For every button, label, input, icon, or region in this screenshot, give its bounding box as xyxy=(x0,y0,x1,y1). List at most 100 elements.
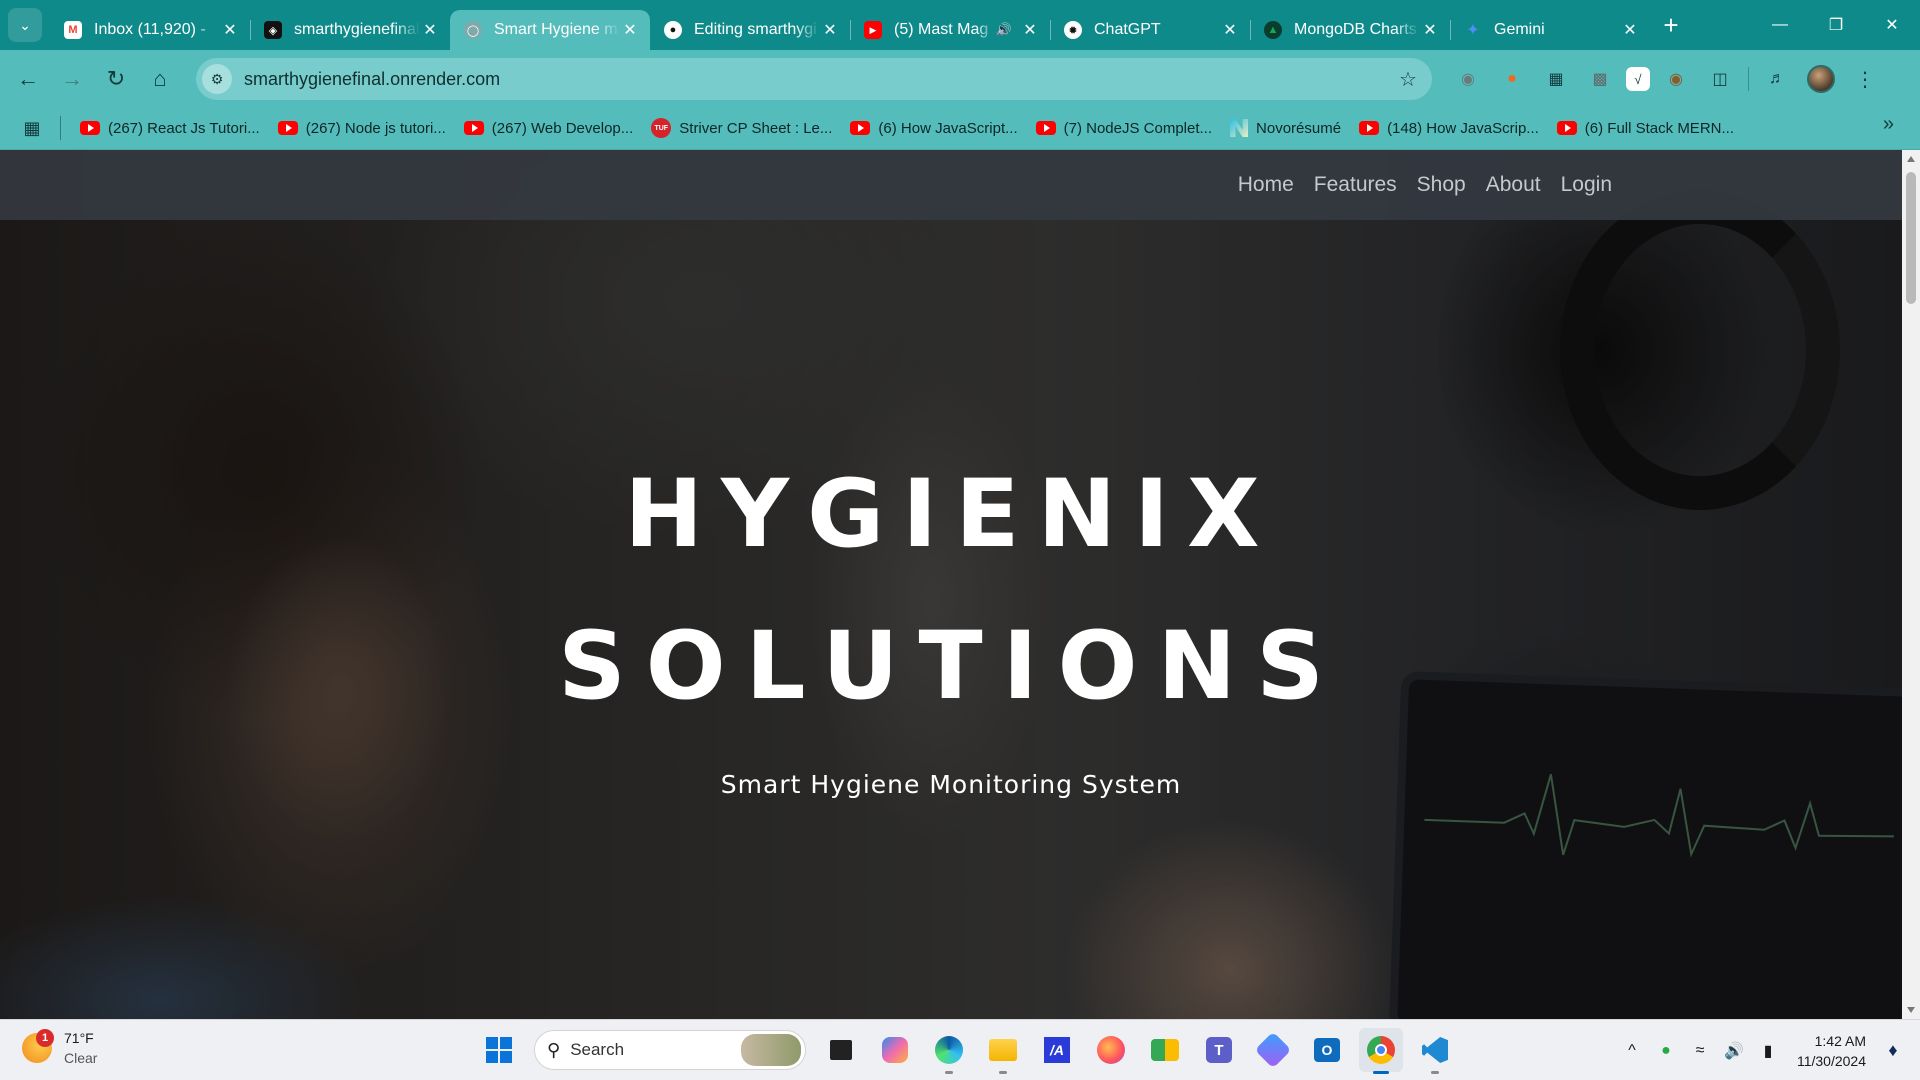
tab-smart-hygiene[interactable]: ◯ Smart Hygiene m ✕ xyxy=(450,10,650,50)
wifi-icon[interactable]: ≈ xyxy=(1685,1036,1715,1066)
more-bookmarks-icon[interactable]: » xyxy=(1883,113,1894,136)
apps-grid-icon[interactable]: ▦ xyxy=(10,112,54,144)
start-button[interactable] xyxy=(477,1028,521,1072)
volume-icon[interactable]: 🔊 xyxy=(1719,1036,1749,1066)
bookmark-item[interactable]: (267) Node js tutori... xyxy=(269,112,455,144)
weather-widget[interactable]: 1 71°F Clear xyxy=(22,1028,97,1068)
close-icon[interactable]: ✕ xyxy=(820,20,840,40)
reload-button[interactable]: ↻ xyxy=(96,59,136,99)
vscode-icon[interactable] xyxy=(1413,1028,1457,1074)
bookmark-label: (267) React Js Tutori... xyxy=(108,119,260,137)
extension-folder-icon[interactable]: ▩ xyxy=(1582,61,1618,97)
meet-icon[interactable] xyxy=(1143,1028,1187,1072)
page-scrollbar[interactable] xyxy=(1902,150,1920,1019)
file-explorer-icon[interactable] xyxy=(981,1028,1025,1074)
page-viewport: Home Features Shop About Login HYGIENIX … xyxy=(0,150,1902,1019)
close-icon[interactable]: ✕ xyxy=(1220,20,1240,40)
bookmark-item[interactable]: (6) How JavaScript... xyxy=(841,112,1026,144)
back-button[interactable]: ← xyxy=(8,59,48,99)
home-button[interactable]: ⌂ xyxy=(140,59,180,99)
photos-icon[interactable] xyxy=(1251,1028,1295,1072)
close-icon[interactable]: ✕ xyxy=(1020,20,1040,40)
media-control-icon[interactable]: ♬ xyxy=(1759,61,1795,97)
teams-icon[interactable]: T xyxy=(1197,1028,1241,1072)
notification-badge: 1 xyxy=(36,1029,54,1047)
bookmark-item[interactable]: (267) React Js Tutori... xyxy=(71,112,269,144)
extension-bug-icon[interactable]: ◉ xyxy=(1450,61,1486,97)
tab-title: Smart Hygiene m xyxy=(494,21,618,38)
mongodb-icon: ▲ xyxy=(1264,21,1282,39)
extensions-area: ◉ ● ▦ ▩ √ ◉ ◫ ♬ ⋮ xyxy=(1446,58,1887,100)
site-info-icon[interactable]: ⚙ xyxy=(202,64,232,94)
youtube-icon xyxy=(1556,121,1577,135)
battery-icon[interactable]: ▮ xyxy=(1753,1036,1783,1066)
close-window-button[interactable]: ✕ xyxy=(1864,0,1920,50)
search-highlight-image xyxy=(741,1034,801,1066)
firefox-icon[interactable] xyxy=(1089,1028,1133,1072)
bookmark-item[interactable]: (6) Full Stack MERN... xyxy=(1548,112,1743,144)
copilot-icon[interactable] xyxy=(873,1028,917,1072)
tab-github[interactable]: ● Editing smarthygi ✕ xyxy=(650,10,851,50)
visual-studio-icon[interactable]: /A xyxy=(1035,1028,1079,1072)
nav-about[interactable]: About xyxy=(1486,173,1541,197)
scroll-down-icon[interactable] xyxy=(1907,1007,1915,1013)
address-bar[interactable]: ⚙ smarthygienefinal.onrender.com ☆ xyxy=(196,58,1432,100)
taskbar-search[interactable]: ⚲ Search xyxy=(534,1030,806,1070)
bookmark-item[interactable]: Novorésumé xyxy=(1221,112,1350,144)
arrow-left-icon: ← xyxy=(17,65,39,91)
extensions-puzzle-icon[interactable]: ◫ xyxy=(1702,61,1738,97)
extension-cookie-icon[interactable]: ◉ xyxy=(1658,61,1694,97)
nav-shop[interactable]: Shop xyxy=(1417,173,1466,197)
bookmark-item[interactable]: TUF Striver CP Sheet : Le... xyxy=(642,112,841,144)
extension-orange-icon[interactable]: ● xyxy=(1494,61,1530,97)
new-tab-button[interactable]: + xyxy=(1654,8,1688,42)
tab-youtube[interactable]: ▶ (5) Mast Mag 🔊 ✕ xyxy=(850,10,1051,50)
clock[interactable]: 1:42 AM 11/30/2024 xyxy=(1797,1031,1866,1071)
tab-render[interactable]: ◈ smarthygienefinal ✕ xyxy=(250,10,450,50)
restore-button[interactable]: ❐ xyxy=(1808,0,1864,50)
tab-search-button[interactable]: ⌄ xyxy=(8,8,42,42)
tab-chatgpt[interactable]: ✹ ChatGPT ✕ xyxy=(1050,10,1251,50)
forward-button[interactable]: → xyxy=(52,59,92,99)
url-text[interactable]: smarthygienefinal.onrender.com xyxy=(244,69,1390,90)
bookmarks-bar: ▦ (267) React Js Tutori... (267) Node js… xyxy=(0,107,1920,150)
windows-logo-icon xyxy=(486,1037,512,1063)
tab-gmail[interactable]: M Inbox (11,920) - ✕ xyxy=(50,10,251,50)
nav-home[interactable]: Home xyxy=(1238,173,1294,197)
bookmark-item[interactable]: (7) NodeJS Complet... xyxy=(1027,112,1221,144)
bookmark-item[interactable]: (148) How JavaScrip... xyxy=(1350,112,1548,144)
kebab-menu-icon[interactable]: ⋮ xyxy=(1847,61,1883,97)
profile-avatar[interactable] xyxy=(1803,61,1839,97)
avatar xyxy=(1807,65,1835,93)
speaker-icon[interactable]: 🔊 xyxy=(996,22,1012,38)
tab-title: smarthygienefinal xyxy=(294,21,420,38)
youtube-icon: ▶ xyxy=(864,21,882,39)
tab-gemini[interactable]: ✦ Gemini ✕ xyxy=(1450,10,1650,50)
notification-bell-icon[interactable]: ♦ xyxy=(1876,1040,1910,1061)
close-icon[interactable]: ✕ xyxy=(1420,20,1440,40)
tray-app-icon[interactable]: ● xyxy=(1651,1036,1681,1066)
tab-mongodb[interactable]: ▲ MongoDB Charts ✕ xyxy=(1250,10,1451,50)
nav-features[interactable]: Features xyxy=(1314,173,1397,197)
tab-strip: ⌄ M Inbox (11,920) - ✕ ◈ smarthygienefin… xyxy=(0,0,1920,50)
outlook-icon[interactable]: O xyxy=(1305,1028,1349,1072)
clock-date: 11/30/2024 xyxy=(1796,1052,1866,1069)
extension-formula-icon[interactable]: √ xyxy=(1626,67,1650,91)
chrome-icon[interactable] xyxy=(1359,1028,1403,1074)
bookmark-item[interactable]: (267) Web Develop... xyxy=(455,112,642,144)
bookmark-label: (267) Web Develop... xyxy=(491,119,634,137)
task-view-icon[interactable] xyxy=(819,1028,863,1072)
close-icon[interactable]: ✕ xyxy=(220,20,240,40)
scroll-up-icon[interactable] xyxy=(1907,156,1915,162)
close-icon[interactable]: ✕ xyxy=(620,20,640,40)
edge-icon[interactable] xyxy=(927,1028,971,1074)
scrollbar-thumb[interactable] xyxy=(1906,172,1916,304)
chevron-up-icon[interactable]: ^ xyxy=(1617,1036,1647,1066)
bookmark-star-icon[interactable]: ☆ xyxy=(1390,67,1426,92)
close-icon[interactable]: ✕ xyxy=(420,20,440,40)
reload-icon: ↻ xyxy=(106,65,126,91)
nav-login[interactable]: Login xyxy=(1561,173,1612,197)
extension-grid-icon[interactable]: ▦ xyxy=(1538,61,1574,97)
minimize-button[interactable]: — xyxy=(1752,0,1808,50)
close-icon[interactable]: ✕ xyxy=(1620,20,1640,40)
